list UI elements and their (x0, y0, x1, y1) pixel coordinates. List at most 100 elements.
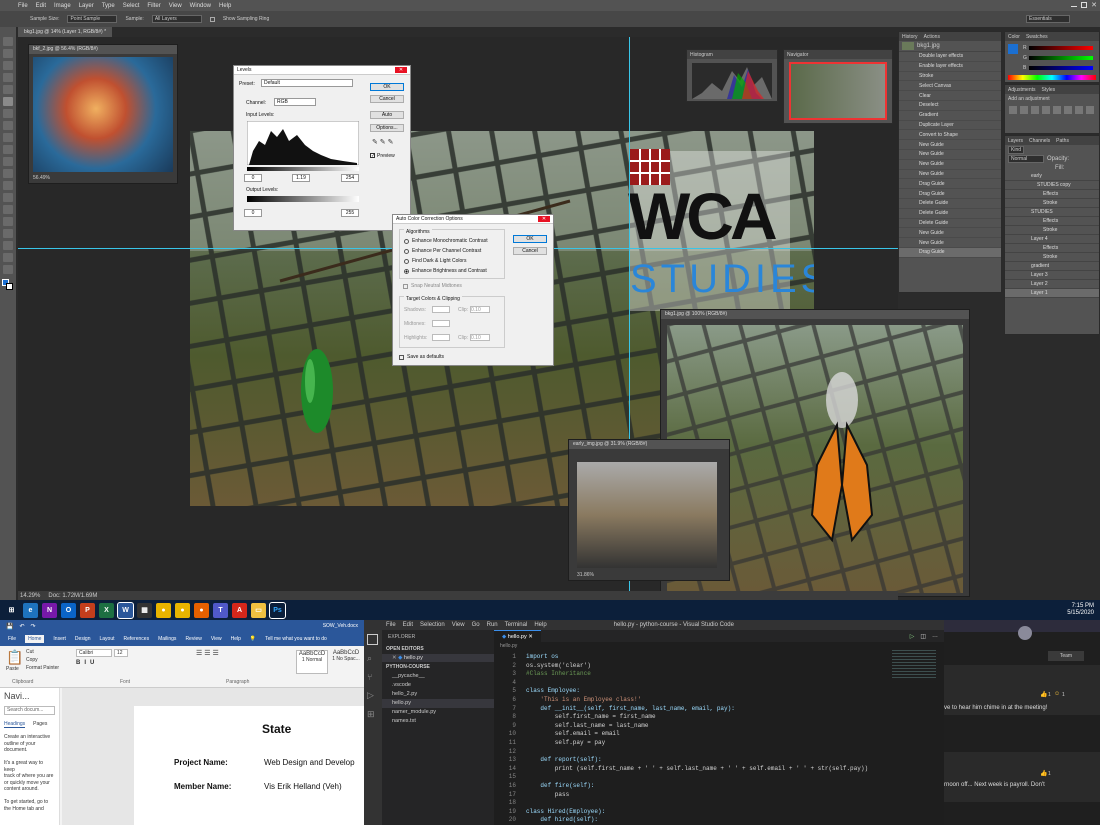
word-tab-help[interactable]: Help (231, 636, 241, 642)
midtones-swatch[interactable] (432, 320, 450, 327)
layer-row[interactable]: Effects (1005, 217, 1099, 226)
outlook-icon[interactable]: O (61, 602, 76, 618)
history-item[interactable]: Select Canvas (899, 81, 1001, 92)
word-tab-layout[interactable]: Layout (100, 636, 115, 642)
menu-layer[interactable]: Layer (79, 3, 94, 9)
more-actions-icon[interactable]: … (932, 633, 938, 639)
nav-tab-headings[interactable]: Headings (4, 721, 26, 728)
highlights-clip-value[interactable]: 0.10 (470, 334, 490, 341)
zoom-tool-icon[interactable] (3, 265, 13, 274)
levels-auto-button[interactable]: Auto (370, 111, 404, 119)
layer-row[interactable]: Layer 2 (1005, 280, 1099, 289)
output-white-value[interactable]: 255 (341, 209, 359, 217)
input-gamma-value[interactable]: 1.19 (292, 174, 310, 182)
menu-type[interactable]: Type (102, 3, 115, 9)
onenote-icon[interactable]: N (42, 602, 57, 618)
preset-select[interactable]: Default (261, 79, 353, 87)
open-editors-heading[interactable]: OPEN EDITORS (382, 644, 494, 654)
color-tab[interactable]: Color (1008, 34, 1020, 40)
history-item[interactable]: New Guide (899, 238, 1001, 248)
smile-icon[interactable]: ☺ (1054, 691, 1060, 697)
navigator-preview[interactable] (789, 62, 887, 120)
histogram-tab[interactable]: Histogram (690, 52, 713, 58)
history-item[interactable]: Drag Guide (899, 189, 1001, 199)
input-white-value[interactable]: 254 (341, 174, 359, 182)
menu-window[interactable]: Window (190, 3, 211, 9)
word-tab-references[interactable]: References (124, 636, 150, 642)
adjustments-tab[interactable]: Adjustments (1008, 87, 1036, 93)
menu-file[interactable]: File (18, 3, 28, 9)
file-item[interactable]: hello_2.py (382, 690, 494, 699)
stamp-tool-icon[interactable] (3, 133, 13, 142)
photoshop-taskbar-icon[interactable]: Ps (269, 601, 286, 619)
blue-slider[interactable] (1029, 66, 1093, 70)
avatar[interactable] (1018, 626, 1032, 640)
actions-tab[interactable]: Actions (924, 34, 940, 40)
file-item[interactable]: namer_module.py (382, 708, 494, 717)
layer-row[interactable]: Stroke (1005, 199, 1099, 208)
document-window-small[interactable]: early_img.jpg @ 31.9% (RGB/8#) 31.86% (568, 439, 730, 581)
input-gradient-slider[interactable] (247, 167, 359, 171)
crop-tool-icon[interactable] (3, 85, 13, 94)
redo-icon[interactable]: ↷ (31, 623, 36, 630)
algo-option-2[interactable]: Enhance Per Channel Contrast (404, 248, 481, 254)
file-item[interactable]: names.txt (382, 717, 494, 726)
nav-search-input[interactable]: Search docum... (4, 706, 55, 715)
layer-row[interactable]: Effects (1005, 190, 1099, 199)
layer-row[interactable]: STUDIES copy (1005, 181, 1099, 190)
layer-row[interactable]: Layer 1 (1005, 289, 1099, 298)
black-white-icon[interactable] (1086, 106, 1094, 114)
layer-row[interactable]: Effects (1005, 244, 1099, 253)
history-item[interactable]: Delete Guide (899, 209, 1001, 219)
menu-select[interactable]: Select (123, 3, 140, 9)
green-slider[interactable] (1029, 56, 1093, 60)
move-tool-icon[interactable] (3, 37, 13, 46)
history-item[interactable]: Stroke (899, 72, 1001, 82)
nav-tab-pages[interactable]: Pages (33, 721, 47, 728)
history-item[interactable]: Gradient (899, 111, 1001, 121)
eraser-tool-icon[interactable] (3, 157, 13, 166)
save-defaults-checkbox[interactable]: Save as defaults (399, 354, 444, 360)
chrome-icon-2[interactable]: ● (175, 602, 190, 618)
history-item[interactable]: New Guide (899, 228, 1001, 239)
brightness-icon[interactable] (1009, 106, 1017, 114)
history-item[interactable]: Double layer effects (899, 52, 1001, 62)
eyedropper-tool-icon[interactable] (3, 97, 13, 106)
history-item[interactable]: Enable layer effects (899, 62, 1001, 72)
word-icon[interactable]: W (117, 601, 134, 619)
vscode-menu-file[interactable]: File (386, 622, 396, 628)
fg-color-chip[interactable] (1008, 44, 1018, 54)
menu-help[interactable]: Help (219, 3, 231, 9)
vscode-menu-terminal[interactable]: Terminal (505, 622, 528, 628)
brush-tool-icon[interactable] (3, 121, 13, 130)
style-no-spacing[interactable]: AaBbCcD 1 No Spac... (330, 650, 362, 674)
levels-icon[interactable] (1020, 106, 1028, 114)
layers-tab[interactable]: Layers (1008, 138, 1023, 144)
history-item[interactable]: Duplicate Layer (899, 121, 1001, 131)
document-window-left[interactable]: bkf_2.jpg @ 56.4% (RGB/8#) 56.49% (28, 44, 178, 184)
history-tab[interactable]: History (902, 34, 918, 40)
history-snapshot[interactable]: bkg1.jpg (899, 41, 1001, 52)
history-item[interactable]: Delete Guide (899, 199, 1001, 209)
levels-cancel-button[interactable]: Cancel (370, 95, 404, 103)
blend-mode-select[interactable]: Normal (1008, 154, 1044, 163)
quick-select-tool-icon[interactable] (3, 73, 13, 82)
thumbs-up-icon-2[interactable]: 👍 (1040, 770, 1047, 777)
save-icon[interactable]: 💾 (6, 623, 13, 630)
layer-row[interactable]: Stroke (1005, 253, 1099, 262)
vscode-menu-selection[interactable]: Selection (420, 622, 445, 628)
preview-checkbox[interactable]: ✓ (370, 153, 375, 159)
paste-icon[interactable]: 📋 (6, 649, 23, 666)
history-item[interactable]: New Guide (899, 160, 1001, 170)
sample-size-select[interactable]: Point Sample (67, 15, 118, 23)
document-tab[interactable]: bkg1.jpg @ 14% (Layer 1, RGB/8#) * (18, 27, 113, 37)
explorer-icon[interactable] (367, 634, 378, 645)
history-item[interactable]: Drag Guide (899, 179, 1001, 190)
layer-row[interactable]: STUDIES (1005, 208, 1099, 217)
source-control-icon[interactable]: ⑂ (367, 672, 379, 682)
history-brush-tool-icon[interactable] (3, 145, 13, 154)
auto-color-cancel-button[interactable]: Cancel (513, 247, 547, 255)
menu-filter[interactable]: Filter (147, 3, 160, 9)
curves-icon[interactable] (1031, 106, 1039, 114)
style-normal[interactable]: AaBbCcD 1 Normal (296, 650, 328, 674)
